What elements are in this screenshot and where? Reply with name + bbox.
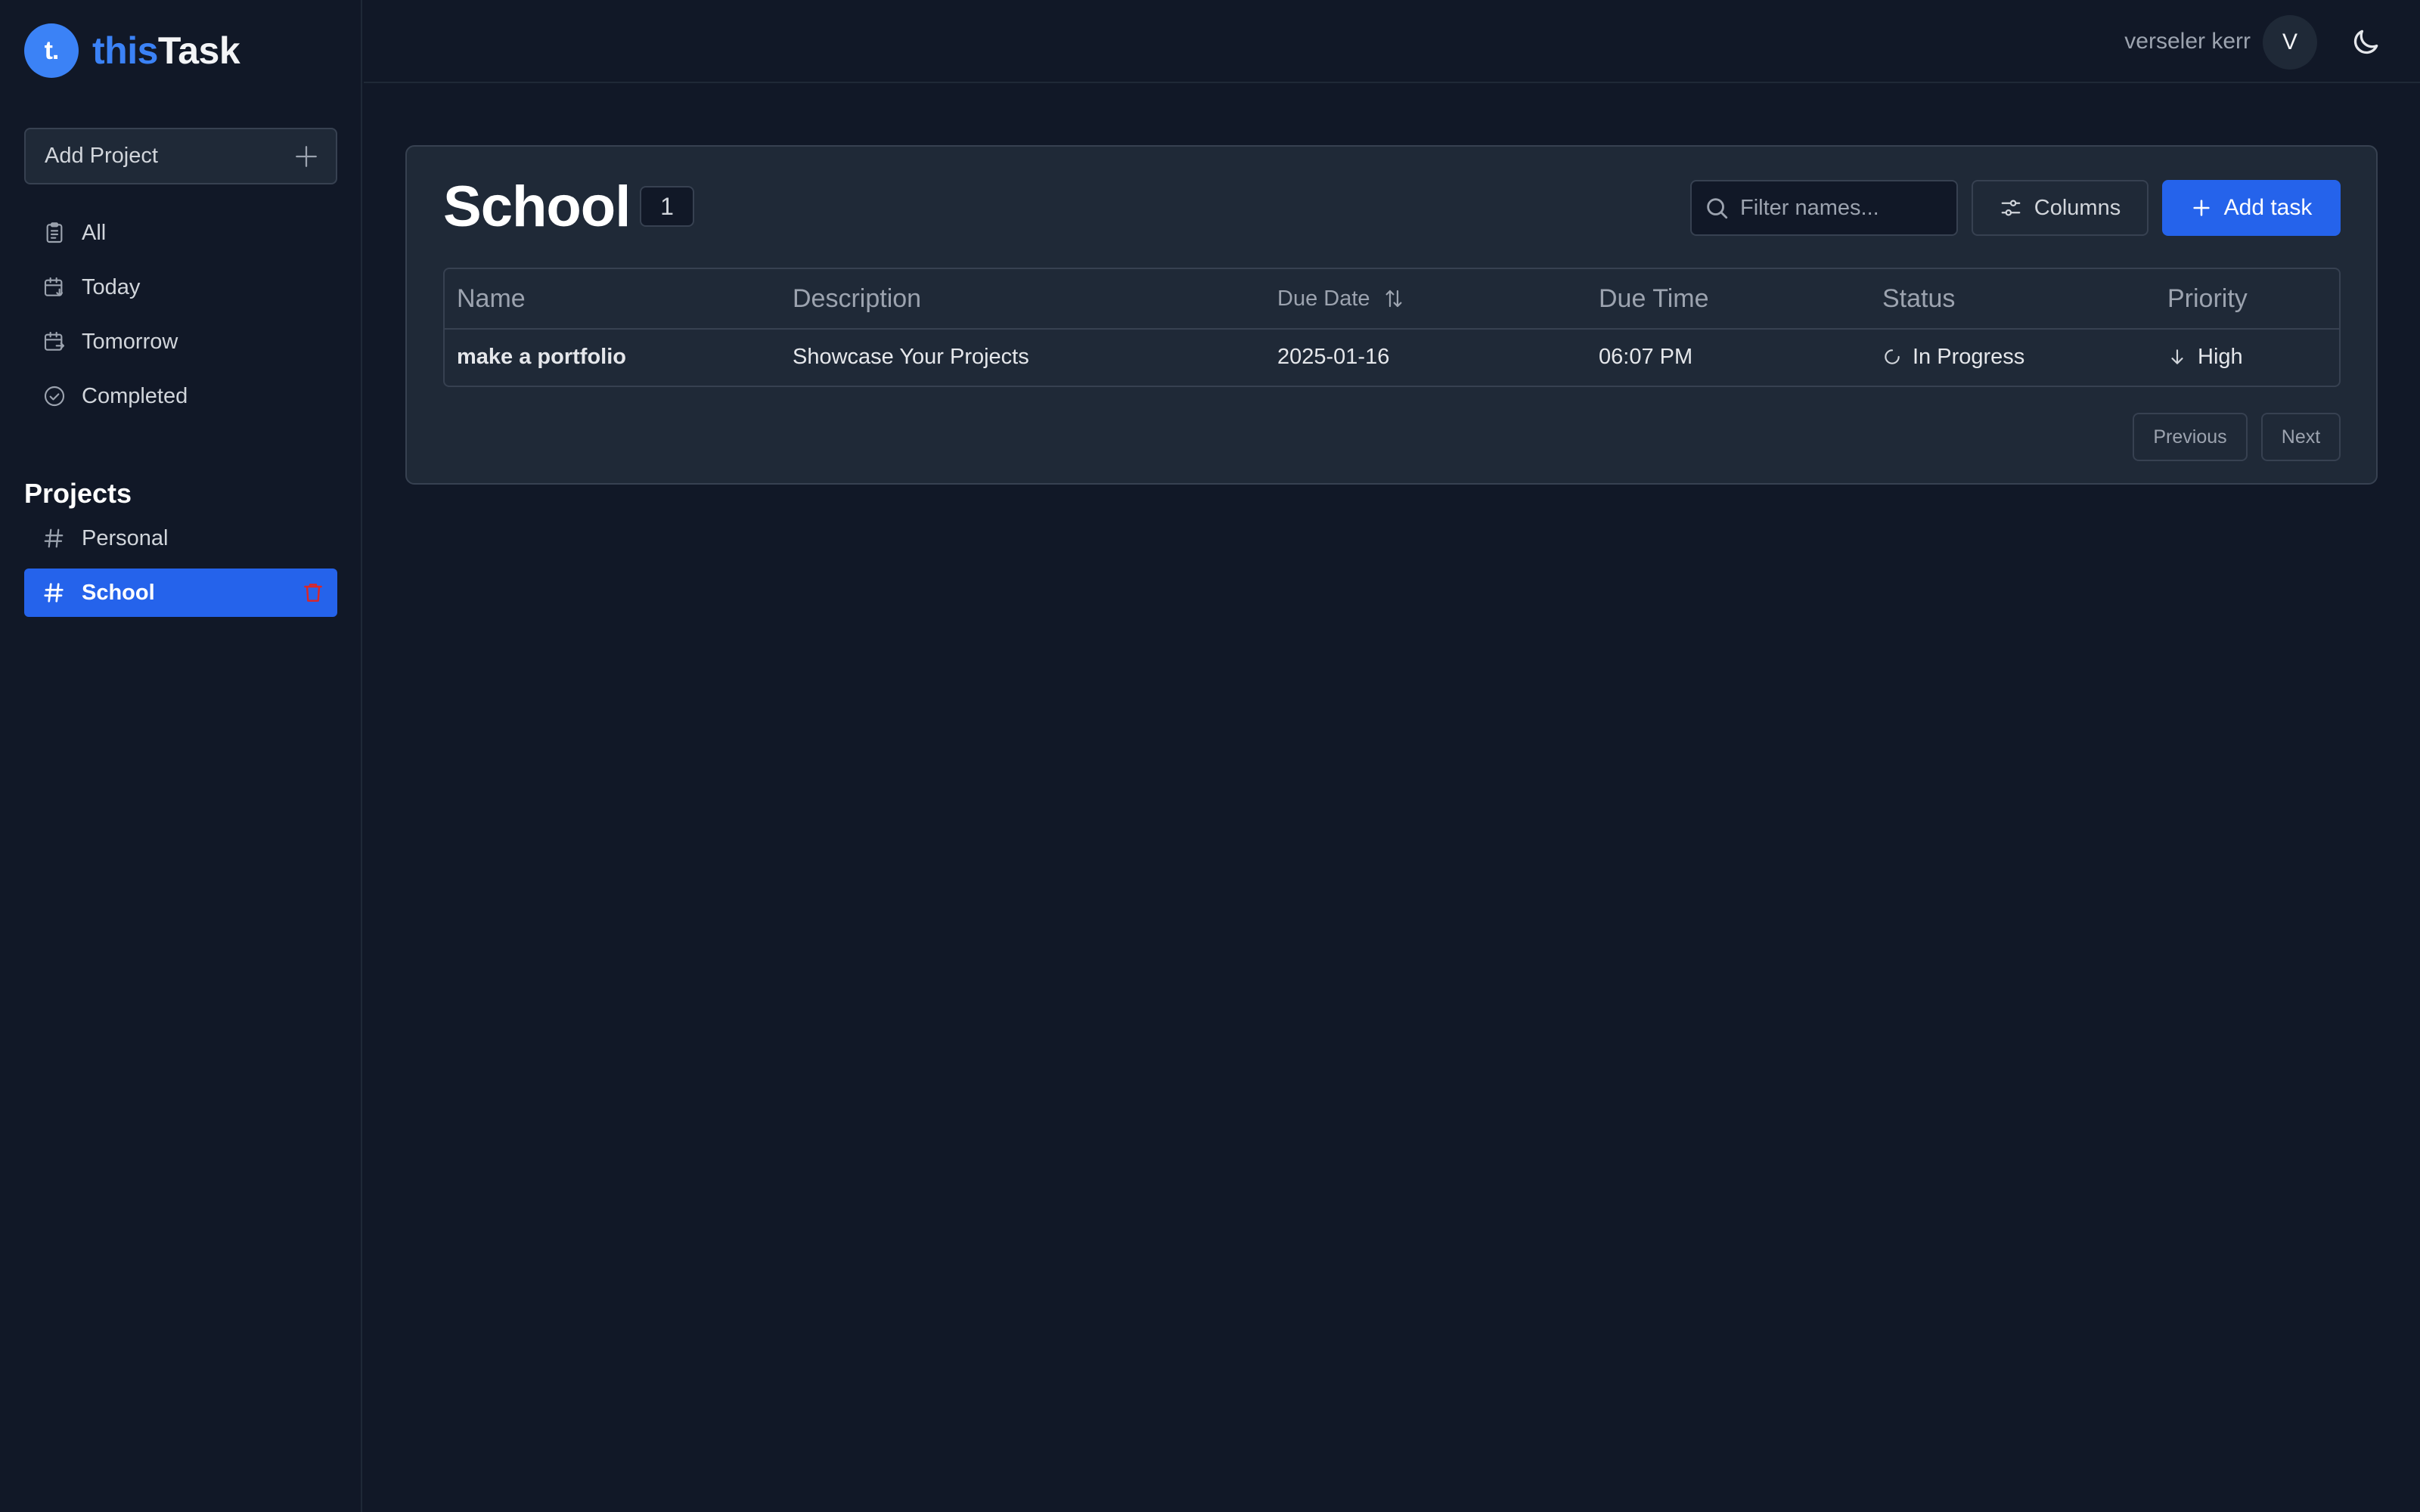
sidebar-item-label: Tomorrow <box>82 329 178 354</box>
next-page-button[interactable]: Next <box>2261 413 2341 461</box>
cell-priority: High <box>2155 329 2339 384</box>
filter-names-input[interactable] <box>1740 195 1944 221</box>
calendar-tomorrow-icon <box>44 331 65 351</box>
plus-icon <box>296 145 317 167</box>
project-list: Personal School <box>24 514 337 623</box>
search-icon <box>1707 198 1728 219</box>
sidebar: t. thisTask Add Project All Today Tomorr… <box>0 0 362 1512</box>
sidebar-item-today[interactable]: Today <box>24 260 337 314</box>
task-card: School 1 Columns Add task Name Descripti… <box>405 145 2378 485</box>
status-label: In Progress <box>1913 344 2025 369</box>
filter-search <box>1690 180 1958 236</box>
cell-name: make a portfolio <box>457 344 626 369</box>
cell-due-date: 2025-01-16 <box>1277 344 1390 369</box>
cell-status: In Progress <box>1870 329 2155 384</box>
top-bar: verseler kerr V <box>364 0 2420 83</box>
hash-icon <box>44 583 64 603</box>
hash-icon <box>44 528 64 548</box>
priority-label: High <box>2198 344 2243 369</box>
sidebar-item-label: Today <box>82 274 141 299</box>
sidebar-item-label: Completed <box>82 383 188 408</box>
moon-icon[interactable] <box>2349 26 2382 59</box>
task-table: Name Description Due Date Due Time Statu… <box>443 268 2341 387</box>
cell-description: Showcase Your Projects <box>793 344 1029 369</box>
app-logo[interactable]: t. thisTask <box>24 23 240 78</box>
page-title: School <box>443 175 631 239</box>
columns-label: Columns <box>2034 195 2121 220</box>
column-header-status: Status <box>1870 269 2155 330</box>
projects-heading: Projects <box>24 478 132 509</box>
column-header-due-time: Due Time <box>1587 269 1870 330</box>
add-task-label: Add task <box>2223 195 2313 220</box>
column-header-due-date[interactable]: Due Date <box>1265 269 1587 330</box>
cell-due-time: 06:07 PM <box>1599 344 1693 369</box>
user-name: verseler kerr <box>2124 29 2251 54</box>
progress-spinner-icon <box>1885 349 1900 364</box>
check-circle-icon <box>44 386 65 407</box>
add-project-label: Add Project <box>45 144 158 168</box>
sidebar-item-label: All <box>82 220 107 245</box>
project-label: School <box>82 580 155 605</box>
due-date-header-label: Due Date <box>1277 286 1370 311</box>
avatar[interactable]: V <box>2263 15 2317 70</box>
columns-button[interactable]: Columns <box>1972 180 2149 236</box>
sidebar-item-all[interactable]: All <box>24 206 337 260</box>
logo-text: thisTask <box>92 29 240 72</box>
sidebar-nav: All Today Tomorrow Completed <box>24 206 337 423</box>
plus-icon <box>2193 200 2210 216</box>
project-item-school[interactable]: School <box>24 569 337 617</box>
add-project-button[interactable]: Add Project <box>24 128 337 184</box>
previous-page-button[interactable]: Previous <box>2133 413 2248 461</box>
task-count-badge: 1 <box>640 186 694 227</box>
calendar-today-icon <box>44 277 64 296</box>
project-label: Personal <box>82 525 169 550</box>
sliders-icon <box>2001 200 2021 216</box>
logo-mark: t. <box>24 23 79 78</box>
sidebar-item-tomorrow[interactable]: Tomorrow <box>24 314 337 369</box>
column-header-name: Name <box>445 269 780 330</box>
trash-icon[interactable] <box>301 581 325 605</box>
table-header-row: Name Description Due Date Due Time Statu… <box>445 269 2339 330</box>
column-header-description: Description <box>780 269 1265 330</box>
column-header-priority: Priority <box>2155 269 2339 330</box>
sidebar-item-completed[interactable]: Completed <box>24 369 337 423</box>
project-item-personal[interactable]: Personal <box>24 514 337 562</box>
sort-icon <box>1385 290 1402 308</box>
clipboard-list-icon <box>46 222 63 243</box>
table-row[interactable]: make a portfolio Showcase Your Projects … <box>445 329 2339 384</box>
add-task-button[interactable]: Add task <box>2162 180 2341 236</box>
arrow-down-icon <box>2171 349 2183 364</box>
